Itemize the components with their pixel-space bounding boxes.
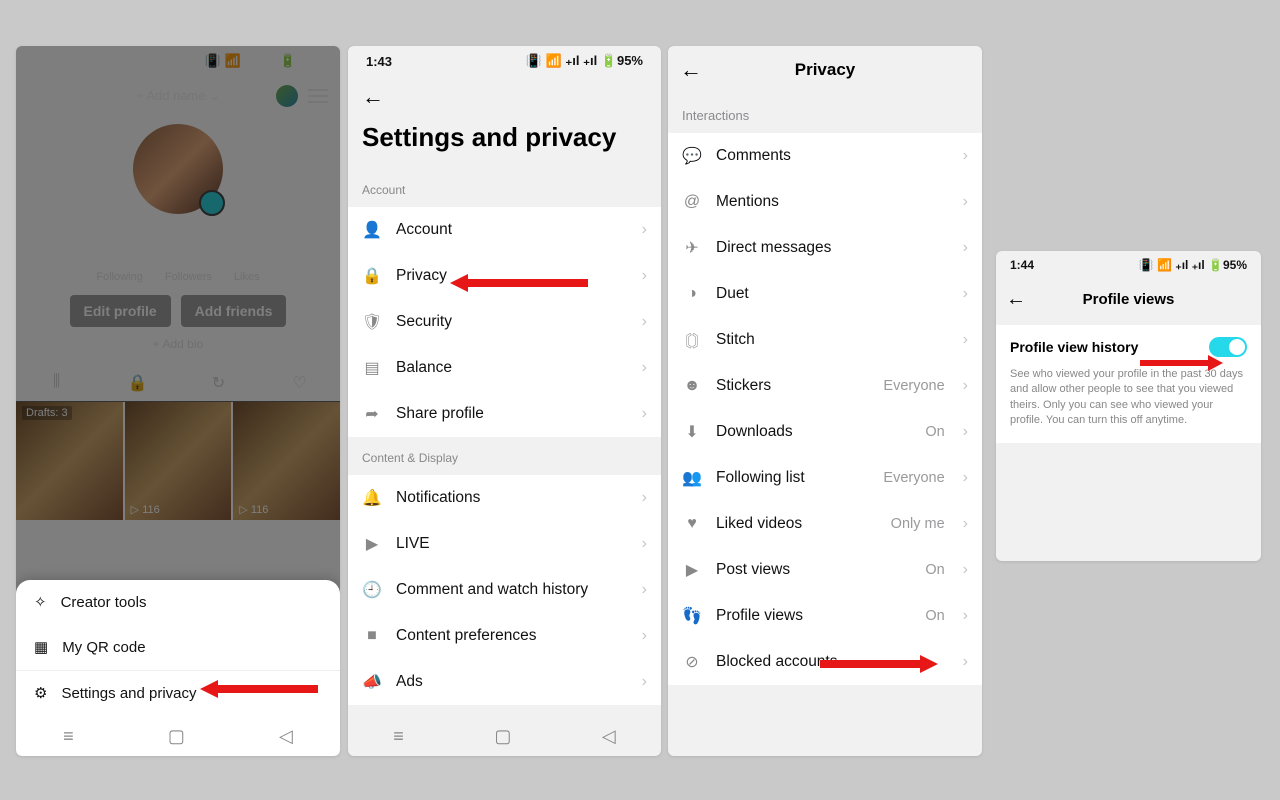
download-icon: ⬇ (682, 422, 702, 442)
sheet-creator-tools[interactable]: ✧ Creator tools (16, 580, 340, 625)
back-button[interactable]: ← (348, 76, 661, 118)
section-header: Content & Display (348, 437, 661, 475)
person-spark-icon: ✧ (34, 595, 47, 610)
chevron-right-icon: › (963, 331, 968, 349)
chevron-right-icon: › (963, 515, 968, 533)
nav-back-icon[interactable]: ◁ (279, 726, 293, 747)
chevron-right-icon: › (642, 673, 647, 691)
block-icon: ⊘ (682, 652, 702, 672)
sticker-icon: ☻ (682, 376, 702, 396)
at-icon: @ (682, 192, 702, 212)
live-icon: ▶ (362, 534, 382, 554)
chevron-right-icon: › (963, 377, 968, 395)
chevron-right-icon: › (963, 147, 968, 165)
row-security[interactable]: 🛡Security› (348, 299, 661, 345)
row-duet[interactable]: ◑Duet› (668, 271, 982, 317)
row-notifications[interactable]: 🔔Notifications› (348, 475, 661, 521)
stitch-icon: 〘〙 (682, 330, 702, 350)
wallet-icon: ▤ (362, 358, 382, 378)
nav-home-icon[interactable]: ▢ (494, 726, 511, 747)
row-post-views[interactable]: ▶Post viewsOn› (668, 547, 982, 593)
comment-icon: 💬 (682, 146, 702, 166)
heart-icon: ♥ (682, 514, 702, 534)
page-title: Settings and privacy (348, 118, 661, 169)
send-icon: ✈ (682, 238, 702, 258)
section-header: Interactions (668, 94, 982, 133)
bottom-sheet: ✧ Creator tools ▦ My QR code ⚙ Settings … (16, 580, 340, 756)
row-profile-views[interactable]: 👣Profile viewsOn› (668, 593, 982, 639)
chevron-right-icon: › (642, 359, 647, 377)
android-navbar: ≡ ▢ ◁ (16, 716, 340, 756)
sheet-qr-code[interactable]: ▦ My QR code (16, 625, 340, 670)
chevron-right-icon: › (963, 285, 968, 303)
person-icon: 👤 (362, 220, 382, 240)
annotation-arrow-icon (1140, 353, 1225, 373)
chevron-right-icon: › (642, 313, 647, 331)
android-navbar: ≡ ▢ ◁ (348, 716, 661, 756)
gear-icon: ⚙ (34, 686, 47, 701)
row-comment-history[interactable]: 🕘Comment and watch history› (348, 567, 661, 613)
shield-icon: 🛡 (362, 312, 382, 332)
row-downloads[interactable]: ⬇DownloadsOn› (668, 409, 982, 455)
row-share-profile[interactable]: ➦Share profile› (348, 391, 661, 437)
nav-back-icon[interactable]: ◁ (602, 726, 616, 747)
chevron-right-icon: › (963, 607, 968, 625)
chevron-right-icon: › (642, 267, 647, 285)
people-icon: 👥 (682, 468, 702, 488)
row-ads[interactable]: 📣Ads› (348, 659, 661, 705)
status-time: 1:44 (1010, 258, 1034, 272)
chevron-right-icon: › (642, 489, 647, 507)
row-comments[interactable]: 💬Comments› (668, 133, 982, 179)
megaphone-icon: 📣 (362, 672, 382, 692)
status-right: 📳 📶 ₊ıl ₊ıl 🔋95% (526, 53, 643, 69)
page-title: Privacy (795, 60, 856, 80)
row-liked-videos[interactable]: ♥Liked videosOnly me› (668, 501, 982, 547)
nav-recent-icon[interactable]: ≡ (63, 726, 74, 747)
chevron-right-icon: › (963, 469, 968, 487)
chevron-right-icon: › (963, 561, 968, 579)
duet-icon: ◑ (682, 284, 702, 304)
status-time: 1:43 (366, 54, 392, 69)
chevron-right-icon: › (642, 405, 647, 423)
footsteps-icon: 👣 (682, 606, 702, 626)
play-icon: ▶ (682, 560, 702, 580)
status-right: 📳 📶 ₊ıl ₊ıl 🔋95% (1139, 258, 1247, 272)
back-button[interactable]: ← (1006, 288, 1026, 311)
chevron-right-icon: › (642, 221, 647, 239)
row-stitch[interactable]: 〘〙Stitch› (668, 317, 982, 363)
chevron-right-icon: › (963, 423, 968, 441)
bell-icon: 🔔 (362, 488, 382, 508)
chevron-right-icon: › (963, 653, 968, 671)
toggle-label: Profile view history (1010, 339, 1138, 355)
row-direct-messages[interactable]: ✈Direct messages› (668, 225, 982, 271)
toggle-description: See who viewed your profile in the past … (1010, 367, 1247, 429)
row-mentions[interactable]: @Mentions› (668, 179, 982, 225)
nav-home-icon[interactable]: ▢ (168, 726, 185, 747)
row-account[interactable]: 👤Account› (348, 207, 661, 253)
chevron-right-icon: › (642, 535, 647, 553)
back-button[interactable]: ← (680, 57, 702, 83)
row-content-prefs[interactable]: ■Content preferences› (348, 613, 661, 659)
nav-recent-icon[interactable]: ≡ (393, 726, 404, 747)
annotation-arrow-icon (820, 652, 940, 676)
annotation-arrow-icon (450, 270, 590, 296)
clock-icon: 🕘 (362, 580, 382, 600)
qr-icon: ▦ (34, 640, 48, 655)
chevron-right-icon: › (963, 193, 968, 211)
share-icon: ➦ (362, 404, 382, 424)
row-live[interactable]: ▶LIVE› (348, 521, 661, 567)
lock-icon: 🔒 (362, 266, 382, 286)
chevron-right-icon: › (642, 581, 647, 599)
row-balance[interactable]: ▤Balance› (348, 345, 661, 391)
page-title: Profile views (1083, 291, 1175, 308)
video-icon: ■ (362, 626, 382, 646)
section-header: Account (348, 169, 661, 207)
row-stickers[interactable]: ☻StickersEveryone› (668, 363, 982, 409)
chevron-right-icon: › (963, 239, 968, 257)
row-following-list[interactable]: 👥Following listEveryone› (668, 455, 982, 501)
annotation-arrow-icon (200, 676, 320, 702)
chevron-right-icon: › (642, 627, 647, 645)
